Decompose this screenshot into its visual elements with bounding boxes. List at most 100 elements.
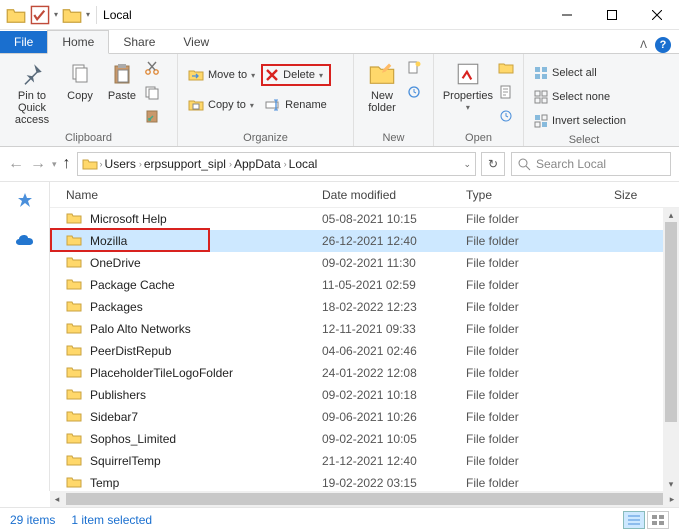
paste-button[interactable]: Paste [102, 56, 142, 102]
file-type: File folder [466, 234, 614, 248]
file-date: 24-01-2022 12:08 [322, 366, 466, 380]
edit-icon[interactable] [498, 84, 517, 106]
collapse-ribbon-icon[interactable]: ᐱ [640, 40, 647, 51]
close-button[interactable] [634, 0, 679, 30]
move-to-button[interactable]: Move to▾ [184, 64, 259, 86]
file-date: 26-12-2021 12:40 [322, 234, 466, 248]
invert-selection-button[interactable]: Invert selection [530, 110, 630, 132]
status-bar: 29 items 1 item selected [0, 507, 679, 531]
file-date: 09-02-2021 10:05 [322, 432, 466, 446]
onedrive-icon[interactable] [15, 233, 35, 250]
table-row[interactable]: Publishers09-02-2021 10:18File folder [50, 384, 679, 406]
pin-to-quick-access-button[interactable]: Pin to Quick access [6, 56, 58, 126]
file-name: Mozilla [90, 234, 322, 248]
back-button[interactable]: ← [8, 155, 24, 173]
file-name: Publishers [90, 388, 322, 402]
table-row[interactable]: Mozilla26-12-2021 12:40File folder [50, 230, 679, 252]
file-type: File folder [466, 256, 614, 270]
scrollbar-thumb[interactable] [665, 222, 677, 422]
up-button[interactable]: ↑ [63, 155, 71, 173]
scroll-down-icon[interactable]: ▾ [663, 477, 679, 491]
minimize-button[interactable] [544, 0, 589, 30]
recent-locations-button[interactable]: ▾ [52, 159, 57, 170]
column-size[interactable]: Size [614, 188, 674, 202]
invert-selection-icon [534, 114, 548, 128]
search-icon [518, 158, 531, 171]
scroll-left-icon[interactable]: ◂ [50, 494, 64, 505]
maximize-button[interactable] [589, 0, 634, 30]
file-name: OneDrive [90, 256, 322, 270]
paste-shortcut-icon[interactable] [144, 108, 164, 130]
new-folder-button[interactable]: New folder [360, 56, 404, 114]
navigation-pane[interactable] [0, 182, 50, 491]
file-list: Name Date modified Type Size Microsoft H… [50, 182, 679, 491]
table-row[interactable]: Microsoft Help05-08-2021 10:15File folde… [50, 208, 679, 230]
table-row[interactable]: OneDrive09-02-2021 11:30File folder [50, 252, 679, 274]
table-row[interactable]: Sophos_Limited09-02-2021 10:05File folde… [50, 428, 679, 450]
file-date: 11-05-2021 02:59 [322, 278, 466, 292]
scroll-right-icon[interactable]: ▸ [665, 494, 679, 505]
address-bar[interactable]: › Users› erpsupport_sipl› AppData› Local… [77, 152, 476, 176]
folder-icon [66, 387, 84, 403]
folder-icon [66, 453, 84, 469]
tab-home[interactable]: Home [47, 30, 109, 54]
rename-button[interactable]: Rename [261, 94, 331, 116]
folder-icon [66, 365, 84, 381]
horizontal-scrollbar[interactable]: ◂ ▸ [50, 491, 679, 507]
file-type: File folder [466, 432, 614, 446]
history-icon[interactable] [498, 108, 517, 130]
address-dropdown-icon[interactable]: ⌄ [463, 159, 471, 170]
folder-icon [66, 431, 84, 447]
cut-icon[interactable] [144, 60, 164, 82]
column-name[interactable]: Name [66, 188, 322, 202]
copy-path-icon[interactable] [144, 84, 164, 106]
scrollbar-thumb[interactable] [66, 493, 663, 505]
vertical-scrollbar[interactable]: ▴ ▾ [663, 208, 679, 491]
column-date[interactable]: Date modified [322, 188, 466, 202]
tab-file[interactable]: File [0, 31, 47, 53]
table-row[interactable]: Palo Alto Networks12-11-2021 09:33File f… [50, 318, 679, 340]
qat-dropdown-icon[interactable]: ▾ [86, 10, 90, 19]
breadcrumb: AppData› [234, 157, 287, 171]
select-all-button[interactable]: Select all [530, 62, 630, 84]
forward-button[interactable]: → [30, 155, 46, 173]
address-bar-row: ← → ▾ ↑ › Users› erpsupport_sipl› AppDat… [0, 147, 679, 181]
file-name: PeerDistRepub [90, 344, 322, 358]
table-row[interactable]: Package Cache11-05-2021 02:59File folder [50, 274, 679, 296]
file-type: File folder [466, 344, 614, 358]
folder-icon [66, 409, 84, 425]
open-icon[interactable] [498, 60, 517, 82]
easy-access-icon[interactable] [406, 84, 426, 106]
table-row[interactable]: Packages18-02-2022 12:23File folder [50, 296, 679, 318]
select-none-button[interactable]: Select none [530, 86, 630, 108]
qat-dropdown-icon[interactable]: ▾ [54, 10, 58, 19]
scroll-up-icon[interactable]: ▴ [663, 208, 679, 222]
copy-button[interactable]: Copy [60, 56, 100, 102]
file-date: 04-06-2021 02:46 [322, 344, 466, 358]
column-type[interactable]: Type [466, 188, 614, 202]
delete-button[interactable]: Delete▾ [261, 64, 331, 86]
table-row[interactable]: Temp19-02-2022 03:15File folder [50, 472, 679, 491]
file-date: 05-08-2021 10:15 [322, 212, 466, 226]
window-title: Local [97, 8, 544, 22]
tab-share[interactable]: Share [109, 31, 169, 53]
tab-view[interactable]: View [169, 31, 223, 53]
properties-button[interactable]: Properties ▾ [440, 56, 496, 113]
table-row[interactable]: PlaceholderTileLogoFolder24-01-2022 12:0… [50, 362, 679, 384]
file-name: Palo Alto Networks [90, 322, 322, 336]
table-row[interactable]: Sidebar709-06-2021 10:26File folder [50, 406, 679, 428]
table-row[interactable]: PeerDistRepub04-06-2021 02:46File folder [50, 340, 679, 362]
table-row[interactable]: SquirrelTemp21-12-2021 12:40File folder [50, 450, 679, 472]
new-item-icon[interactable] [406, 60, 426, 82]
folder-icon [66, 475, 84, 491]
copy-to-button[interactable]: Copy to▾ [184, 94, 259, 116]
item-count: 29 items [10, 513, 55, 527]
ribbon-tabs: File Home Share View ᐱ ? [0, 30, 679, 54]
paste-icon [108, 60, 136, 88]
column-headers[interactable]: Name Date modified Type Size [50, 182, 679, 208]
refresh-button[interactable]: ↻ [481, 152, 505, 176]
search-input[interactable]: Search Local [511, 152, 671, 176]
help-icon[interactable]: ? [655, 37, 671, 53]
quick-access-icon[interactable] [16, 192, 34, 213]
qat-properties-icon[interactable] [30, 5, 50, 25]
